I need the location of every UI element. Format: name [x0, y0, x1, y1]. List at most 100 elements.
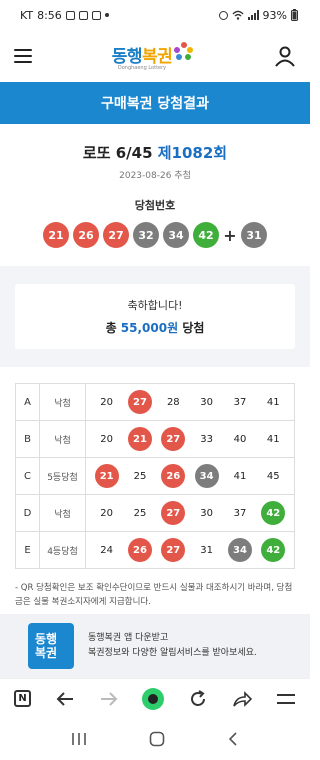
ticket-row: A 낙첨 20 27 28 30 37 41 [15, 383, 295, 421]
calendar-icon [91, 10, 101, 20]
game-result: 낙첨 [39, 420, 86, 458]
ticket-number: 37 [233, 396, 247, 408]
ticket-number: 41 [233, 470, 247, 482]
winning-ball: 42 [193, 222, 219, 248]
draw-date: 2023-08-26 추첨 [119, 171, 191, 181]
draw-round: 제1082회 [157, 144, 228, 162]
menu-icon[interactable] [14, 49, 32, 63]
share-icon[interactable] [232, 690, 253, 708]
matched-number: 34 [227, 538, 252, 562]
game-numbers-cell: 24 26 27 31 34 42 [85, 531, 295, 569]
site-logo[interactable]: 동행복권 Donghaeng Lottery [112, 42, 195, 71]
winning-ball: 21 [43, 222, 69, 248]
system-back-icon[interactable] [227, 732, 239, 746]
status-bar: KT 8:56 93% [0, 0, 310, 30]
winning-ball: 34 [163, 222, 189, 248]
gallery-icon [78, 10, 88, 20]
browser-toolbar: N [0, 678, 310, 718]
ticket-number: 25 [133, 470, 147, 482]
winning-ball: 27 [103, 222, 129, 248]
more-notifications-icon [104, 13, 109, 17]
congrats-section: 축하합니다! 총 55,000원 당첨 [0, 266, 310, 367]
notice-text: - QR 당첨확인은 보조 확인수단이므로 반드시 실물과 대조하시기 바라며,… [15, 583, 293, 607]
notification-icon [65, 10, 75, 20]
game-numbers-cell: 20 21 27 33 40 41 [85, 420, 295, 458]
congrats-message: 축하합니다! [127, 299, 183, 312]
bonus-ball: 31 [241, 222, 267, 248]
top-navigation: 동행복권 Donghaeng Lottery [0, 30, 310, 82]
green-dot-button[interactable] [142, 687, 165, 710]
ticket-number: 41 [266, 433, 280, 445]
matched-number: 42 [261, 538, 286, 562]
ticket-number: 40 [233, 433, 247, 445]
ticket-row: D 낙첨 20 25 27 30 37 42 [15, 494, 295, 532]
app-icon: 동행 복권 [28, 623, 74, 669]
logo-text-2: 복권 [142, 46, 173, 67]
home-icon[interactable] [149, 731, 165, 747]
game-letter: A [15, 383, 40, 421]
page-title-bar: 구매복권 당첨결과 [0, 82, 310, 124]
menu-lines-icon[interactable] [276, 692, 296, 706]
game-letter: E [15, 531, 40, 569]
app-icon-line1: 동행 [35, 632, 58, 646]
game-result: 5등당첨 [39, 457, 86, 495]
matched-number: 27 [161, 501, 186, 525]
ticket-row: B 낙첨 20 21 27 33 40 41 [15, 420, 295, 458]
prize-amount: 55,000원 [120, 321, 179, 335]
game-letter: B [15, 420, 40, 458]
ticket-number: 20 [100, 433, 114, 445]
matched-number: 26 [161, 464, 186, 488]
game-name: 로또 6/45 [82, 144, 153, 162]
app-icon-line2: 복권 [35, 646, 58, 660]
ticket-number: 30 [200, 396, 213, 408]
ticket-number: 33 [200, 433, 213, 445]
ticket-number: 28 [166, 396, 180, 408]
logo-text-1: 동행 [111, 46, 143, 67]
ticket-table: A 낙첨 20 27 28 30 37 41 B 낙첨 20 21 27 33 40 41 C 5등당첨 21 25 2… [15, 383, 295, 569]
recent-apps-icon[interactable] [71, 732, 87, 746]
battery-level: 93% [262, 8, 287, 22]
ticket-number: 30 [200, 507, 213, 519]
app-banner-text: 동행복권 앱 다운받고 복권정보와 다양한 알림서비스를 받아보세요. [88, 631, 257, 661]
matched-number: 34 [194, 464, 219, 488]
ticket-number: 20 [100, 396, 114, 408]
game-letter: D [15, 494, 40, 532]
ticket-number: 37 [233, 507, 247, 519]
ticket-number: 24 [100, 544, 114, 556]
signal-icon [247, 10, 259, 20]
game-numbers-cell: 21 25 26 34 41 45 [85, 457, 295, 495]
user-icon[interactable] [274, 45, 296, 67]
ticket-section: A 낙첨 20 27 28 30 37 41 B 낙첨 20 21 27 33 40 41 C 5등당첨 21 25 2… [0, 367, 310, 569]
carrier-label: KT [20, 8, 34, 22]
app-download-banner[interactable]: 동행 복권 동행복권 앱 다운받고 복권정보와 다양한 알림서비스를 받아보세요… [0, 614, 310, 678]
logo-subtitle: Donghaeng Lottery [117, 64, 167, 71]
winning-ball: 26 [73, 222, 99, 248]
logo-flower-icon [174, 42, 194, 62]
total-prefix: 총 [105, 321, 117, 335]
refresh-icon[interactable] [188, 689, 208, 709]
naver-home-button[interactable]: N [14, 690, 31, 707]
total-suffix: 당첨 [182, 321, 205, 335]
winning-numbers: 21 26 27 32 34 42 + 31 [0, 222, 310, 248]
ticket-number: 45 [266, 470, 280, 482]
system-navigation-bar [0, 718, 310, 760]
app-banner-line1: 동행복권 앱 다운받고 [88, 633, 169, 643]
alarm-icon [218, 10, 228, 20]
ticket-number: 41 [266, 396, 280, 408]
back-arrow-icon[interactable] [55, 691, 75, 707]
app-banner-line2: 복권정보와 다양한 알림서비스를 받아보세요. [88, 648, 257, 658]
battery-icon [291, 9, 298, 21]
wifi-icon [232, 10, 244, 20]
game-result: 4등당첨 [39, 531, 86, 569]
game-numbers-cell: 20 27 28 30 37 41 [85, 383, 295, 421]
plus-sign: + [223, 225, 237, 245]
matched-number: 21 [94, 464, 119, 488]
forward-arrow-icon[interactable] [99, 691, 119, 707]
winning-numbers-label: 당첨번호 [134, 199, 176, 212]
ticket-number: 20 [100, 507, 114, 519]
congrats-box: 축하합니다! 총 55,000원 당첨 [15, 284, 295, 349]
ticket-number: 31 [200, 544, 213, 556]
matched-number: 27 [161, 538, 186, 562]
matched-number: 27 [161, 427, 186, 451]
matched-number: 27 [127, 390, 152, 414]
